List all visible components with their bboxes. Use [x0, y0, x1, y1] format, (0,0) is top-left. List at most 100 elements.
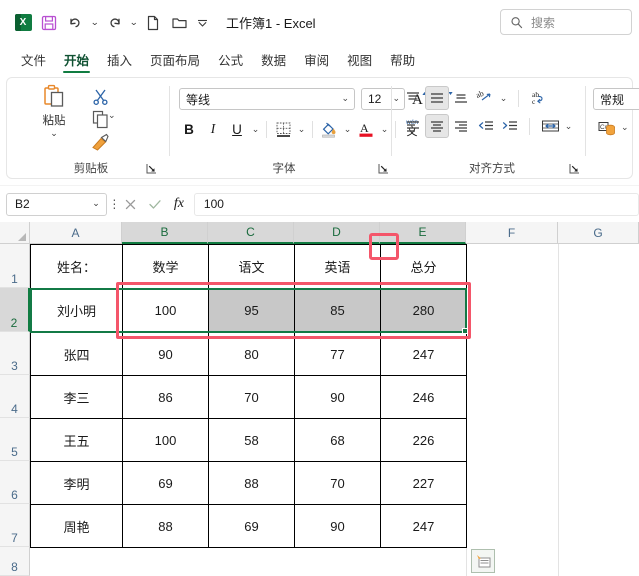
cell-C2[interactable]: 95	[208, 288, 295, 333]
orientation-button[interactable]: ab	[473, 86, 497, 110]
cell-E7[interactable]: 247	[380, 504, 467, 548]
accounting-format-button[interactable]: C¤	[595, 118, 619, 140]
cell-E3[interactable]: 247	[380, 332, 467, 376]
cell-B5[interactable]: 100	[122, 418, 209, 462]
cell-B3[interactable]: 90	[122, 332, 209, 376]
row-header-2[interactable]: 2	[0, 288, 30, 332]
cell-C1[interactable]: 语文	[208, 244, 295, 289]
insert-function-button[interactable]: fx	[170, 194, 188, 214]
formula-bar-options[interactable]: ⋮	[107, 198, 122, 210]
font-color-button[interactable]: A	[354, 117, 378, 141]
tab-view[interactable]: 视图	[338, 46, 381, 74]
cell-B6[interactable]: 69	[122, 461, 209, 505]
decrease-indent-button[interactable]	[473, 114, 497, 138]
accounting-dropdown-caret-icon[interactable]: ⌄	[621, 122, 629, 133]
undo-dropdown[interactable]: ⌄	[88, 10, 101, 36]
cell-C7[interactable]: 69	[208, 504, 295, 548]
column-header-D[interactable]: D	[294, 222, 380, 244]
align-bottom-button[interactable]	[449, 86, 473, 110]
tab-page-layout[interactable]: 页面布局	[141, 46, 209, 74]
tab-review[interactable]: 审阅	[295, 46, 338, 74]
borders-button[interactable]	[271, 117, 295, 141]
font-name-combobox[interactable]: 等线 ⌄	[179, 88, 355, 110]
cell-A5[interactable]: 王五	[30, 418, 123, 462]
font-dialog-launcher[interactable]	[376, 161, 390, 175]
paste-options-button[interactable]	[471, 549, 495, 573]
cell-D7[interactable]: 90	[294, 504, 381, 548]
column-header-F[interactable]: F	[466, 222, 558, 244]
cell-D1[interactable]: 英语	[294, 244, 381, 289]
font-color-dropdown-caret-icon[interactable]: ⌄	[378, 117, 391, 141]
cell-B7[interactable]: 88	[122, 504, 209, 548]
column-header-G[interactable]: G	[558, 222, 639, 244]
clipboard-dialog-launcher[interactable]	[144, 161, 158, 175]
orientation-dropdown-caret-icon[interactable]: ⌄	[497, 86, 510, 110]
cut-button[interactable]	[89, 85, 111, 107]
new-button[interactable]	[140, 10, 166, 36]
bold-button[interactable]: B	[177, 117, 201, 141]
cell-A4[interactable]: 李三	[30, 375, 123, 419]
paste-button[interactable]: 粘贴 ⌄	[29, 84, 79, 152]
name-box-caret-icon[interactable]: ⌄	[92, 198, 100, 209]
name-box[interactable]: B2 ⌄	[6, 192, 107, 216]
italic-button[interactable]: I	[201, 117, 225, 141]
format-painter-button[interactable]	[89, 131, 111, 153]
fill-color-dropdown-caret-icon[interactable]: ⌄	[341, 117, 354, 141]
borders-dropdown-caret-icon[interactable]: ⌄	[295, 117, 308, 141]
undo-button[interactable]	[62, 10, 88, 36]
align-right-button[interactable]	[449, 114, 473, 138]
cell-B4[interactable]: 86	[122, 375, 209, 419]
underline-button[interactable]: U	[225, 117, 249, 141]
open-button[interactable]	[166, 10, 192, 36]
cell-C3[interactable]: 80	[208, 332, 295, 376]
tab-insert[interactable]: 插入	[98, 46, 141, 74]
cell-A1[interactable]: 姓名：	[30, 244, 123, 289]
merge-center-button[interactable]	[538, 114, 562, 138]
column-header-B[interactable]: B	[122, 222, 208, 244]
paste-dropdown-caret-icon[interactable]: ⌄	[50, 129, 58, 138]
cell-A7[interactable]: 周艳	[30, 504, 123, 548]
formula-input[interactable]: 100	[193, 192, 639, 216]
cell-B2[interactable]: 100	[122, 288, 209, 333]
fill-handle[interactable]	[462, 328, 468, 334]
row-header-5[interactable]: 5	[0, 418, 30, 461]
save-button[interactable]	[36, 10, 62, 36]
cell-E4[interactable]: 246	[380, 375, 467, 419]
column-header-C[interactable]: C	[208, 222, 294, 244]
fill-color-button[interactable]	[317, 117, 341, 141]
cell-C4[interactable]: 70	[208, 375, 295, 419]
customize-qat-button[interactable]	[192, 10, 212, 36]
search-box[interactable]: 搜索	[500, 9, 632, 35]
cell-D5[interactable]: 68	[294, 418, 381, 462]
merge-dropdown-caret-icon[interactable]: ⌄	[562, 114, 575, 138]
align-center-button[interactable]	[425, 114, 449, 138]
row-header-7[interactable]: 7	[0, 504, 30, 547]
cell-A2[interactable]: 刘小明	[30, 288, 123, 333]
wrap-text-button[interactable]: ab c	[527, 86, 551, 110]
row-header-4[interactable]: 4	[0, 375, 30, 418]
cell-E2[interactable]: 280	[380, 288, 467, 333]
underline-dropdown-caret-icon[interactable]: ⌄	[249, 117, 262, 141]
cell-A6[interactable]: 李明	[30, 461, 123, 505]
copy-dropdown-caret-icon[interactable]: ⌄	[108, 110, 116, 121]
tab-formulas[interactable]: 公式	[209, 46, 252, 74]
cell-B1[interactable]: 数学	[122, 244, 209, 289]
align-left-button[interactable]	[401, 114, 425, 138]
column-header-A[interactable]: A	[30, 222, 122, 244]
number-format-combobox[interactable]: 常规	[593, 88, 639, 110]
cell-D6[interactable]: 70	[294, 461, 381, 505]
increase-indent-button[interactable]	[497, 114, 521, 138]
cell-D3[interactable]: 77	[294, 332, 381, 376]
confirm-edit-button[interactable]	[146, 194, 164, 214]
tab-data[interactable]: 数据	[252, 46, 295, 74]
align-middle-button[interactable]	[425, 86, 449, 110]
cell-D2[interactable]: 85	[294, 288, 381, 333]
row-header-6[interactable]: 6	[0, 461, 30, 504]
cell-D4[interactable]: 90	[294, 375, 381, 419]
cell-A3[interactable]: 张四	[30, 332, 123, 376]
align-top-button[interactable]	[401, 86, 425, 110]
row-header-3[interactable]: 3	[0, 332, 30, 375]
cell-C6[interactable]: 88	[208, 461, 295, 505]
row-header-1[interactable]: 1	[0, 244, 30, 288]
alignment-dialog-launcher[interactable]	[567, 161, 581, 175]
